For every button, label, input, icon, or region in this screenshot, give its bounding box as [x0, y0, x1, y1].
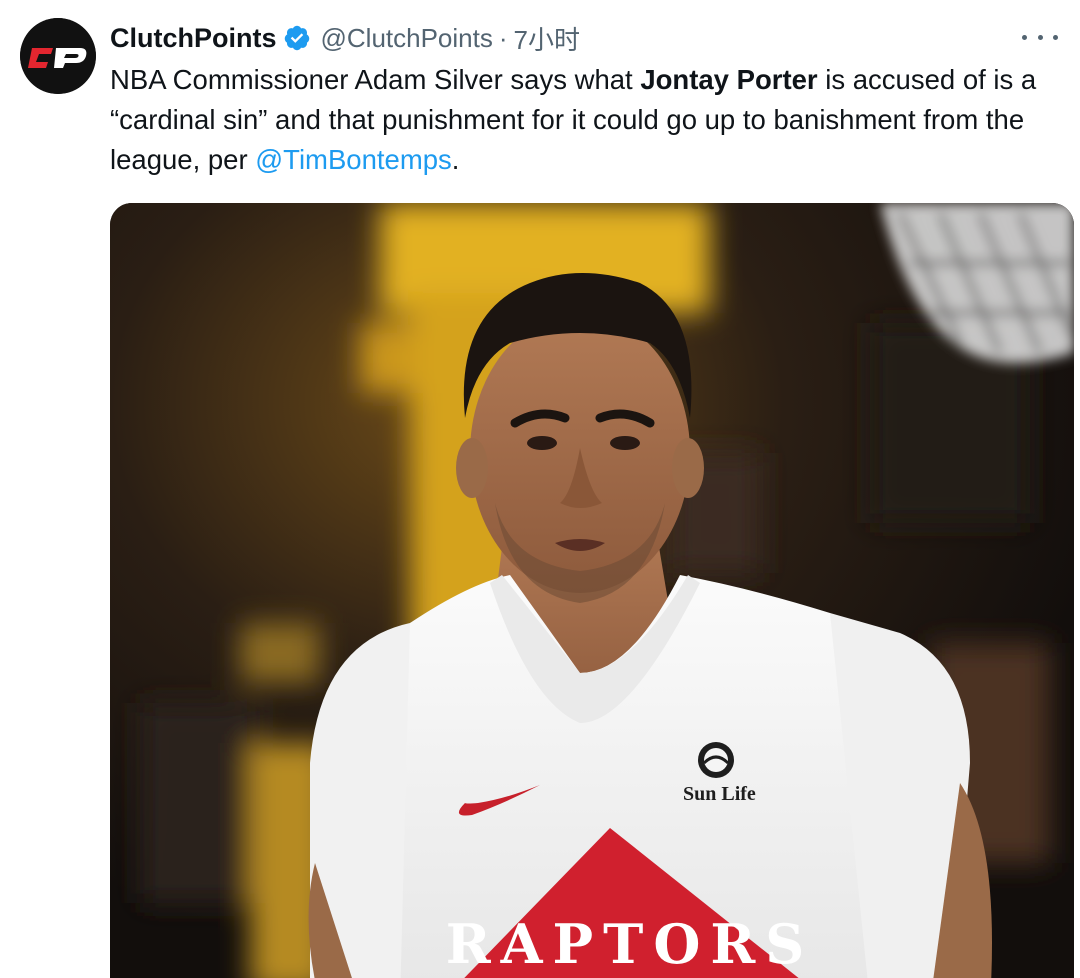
- tweet-media-image[interactable]: Sun Life RAPTORS: [110, 203, 1074, 978]
- profile-avatar[interactable]: [20, 18, 96, 94]
- display-name[interactable]: ClutchPoints: [110, 23, 277, 54]
- more-dots-icon[interactable]: [1022, 22, 1058, 52]
- verified-badge-icon: [283, 24, 311, 52]
- mention-link[interactable]: @TimBontemps: [255, 144, 452, 175]
- sponsor-text: Sun Life: [683, 783, 756, 805]
- header-separator: ·: [498, 22, 508, 53]
- tweet-card[interactable]: ClutchPoints @ClutchPoints · 7小时 NBA Com…: [0, 0, 1080, 978]
- clutchpoints-logo: [20, 18, 96, 94]
- tweet-text-part1: NBA Commissioner Adam Silver says what: [110, 64, 641, 95]
- tweet-timestamp[interactable]: 7小时: [514, 20, 580, 57]
- tweet-text-part3: .: [451, 144, 460, 175]
- dot: [1053, 34, 1058, 40]
- jersey-text: RAPTORS: [446, 912, 814, 976]
- dot: [1037, 34, 1043, 40]
- dot: [1022, 34, 1027, 40]
- tweet-text-bold-name: Jontay Porter: [640, 64, 818, 95]
- tweet-text: NBA Commissioner Adam Silver says what J…: [110, 60, 1060, 180]
- user-handle[interactable]: @ClutchPoints: [321, 23, 493, 54]
- player-photo: Sun Life RAPTORS: [110, 203, 1074, 978]
- tweet-header: ClutchPoints @ClutchPoints · 7小时: [110, 18, 580, 58]
